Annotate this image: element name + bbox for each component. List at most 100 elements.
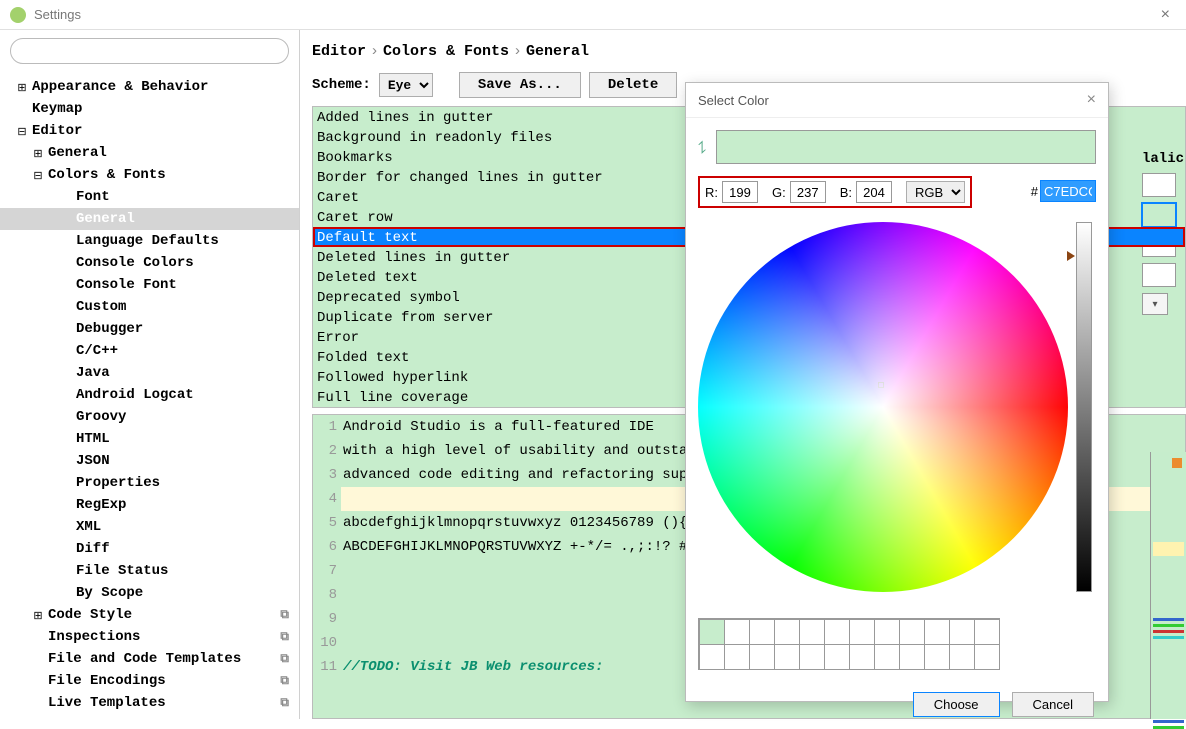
sidebar-item[interactable]: JSON [0, 450, 299, 472]
sidebar-item[interactable]: Inspections⧉ [0, 626, 299, 648]
palette-cell[interactable] [949, 619, 975, 645]
palette-cell[interactable] [974, 644, 1000, 670]
error-stripe-map[interactable] [1150, 452, 1186, 719]
palette-cell[interactable] [924, 644, 950, 670]
palette-cell[interactable] [799, 644, 825, 670]
sidebar-item[interactable]: General [0, 208, 299, 230]
foreground-swatch[interactable] [1142, 173, 1176, 197]
sidebar-item[interactable]: Live Templates ⧉ [0, 692, 299, 714]
sidebar-item-label: Diff [76, 541, 110, 557]
g-input[interactable] [790, 181, 826, 203]
brightness-pointer-icon[interactable] [1067, 251, 1075, 261]
cancel-button[interactable]: Cancel [1012, 692, 1094, 717]
palette-cell[interactable] [699, 619, 725, 645]
palette-cell[interactable] [699, 644, 725, 670]
palette-cell[interactable] [824, 644, 850, 670]
copy-icon[interactable]: ⧉ [280, 696, 289, 710]
sidebar-item-label: Properties [76, 475, 160, 491]
palette-cell[interactable] [874, 644, 900, 670]
color-wheel[interactable] [698, 222, 1068, 592]
choose-button[interactable]: Choose [913, 692, 1000, 717]
tree-expander-icon[interactable]: ⊞ [16, 81, 28, 94]
sidebar-item[interactable]: Keymap [0, 98, 299, 120]
tree-expander-icon[interactable]: ⊞ [32, 609, 44, 622]
sidebar-item[interactable]: ⊞Appearance & Behavior [0, 76, 299, 98]
sidebar-item-label: General [48, 145, 107, 161]
background-swatch[interactable] [1142, 203, 1176, 227]
sidebar-item[interactable]: Font [0, 186, 299, 208]
palette-cell[interactable] [924, 619, 950, 645]
sidebar-item[interactable]: Console Colors [0, 252, 299, 274]
sidebar-item-label: Code Style [48, 607, 132, 623]
sidebar-item[interactable]: File and Code Templates⧉ [0, 648, 299, 670]
sidebar-item[interactable]: RegExp [0, 494, 299, 516]
gutter-line-number: 2 [313, 439, 337, 463]
hex-input[interactable] [1040, 180, 1096, 202]
sidebar-item-label: Groovy [76, 409, 126, 425]
palette-cell[interactable] [824, 619, 850, 645]
copy-icon[interactable]: ⧉ [280, 652, 289, 666]
scheme-label: Scheme: [312, 77, 371, 93]
sidebar-item[interactable]: ⊟Editor [0, 120, 299, 142]
palette-cell[interactable] [899, 644, 925, 670]
copy-icon[interactable]: ⧉ [280, 674, 289, 688]
sidebar-item-label: C/C++ [76, 343, 118, 359]
sidebar-item[interactable]: Debugger [0, 318, 299, 340]
r-input[interactable] [722, 181, 758, 203]
eyedropper-icon[interactable]: ⥍ [698, 137, 706, 158]
palette-cell[interactable] [799, 619, 825, 645]
save-as-button[interactable]: Save As... [459, 72, 581, 98]
color-wheel-marker[interactable] [878, 382, 884, 388]
sidebar-item[interactable]: File Status [0, 560, 299, 582]
palette-cell[interactable] [774, 644, 800, 670]
palette-cell[interactable] [849, 644, 875, 670]
tree-expander-icon[interactable]: ⊟ [16, 125, 28, 138]
copy-icon[interactable]: ⧉ [280, 608, 289, 622]
sidebar-item[interactable]: HTML [0, 428, 299, 450]
sidebar-item-label: Live Templates [48, 695, 166, 711]
sidebar-item[interactable]: XML [0, 516, 299, 538]
settings-sidebar: 🔍 ⊞Appearance & BehaviorKeymap⊟Editor⊞Ge… [0, 30, 300, 719]
sidebar-item[interactable]: Custom [0, 296, 299, 318]
palette-cell[interactable] [724, 619, 750, 645]
sidebar-item[interactable]: Diff [0, 538, 299, 560]
color-mode-select[interactable]: RGB [906, 181, 965, 203]
b-input[interactable] [856, 181, 892, 203]
palette-cell[interactable] [899, 619, 925, 645]
sidebar-item[interactable]: By Scope [0, 582, 299, 604]
palette-cell[interactable] [724, 644, 750, 670]
copy-icon[interactable]: ⧉ [280, 630, 289, 644]
recent-colors-palette [698, 618, 1000, 670]
dialog-close-button[interactable]: × [1087, 91, 1096, 109]
palette-cell[interactable] [774, 619, 800, 645]
palette-cell[interactable] [849, 619, 875, 645]
sidebar-item[interactable]: File Encodings⧉ [0, 670, 299, 692]
sidebar-item[interactable]: Groovy [0, 406, 299, 428]
search-input[interactable] [10, 38, 289, 64]
palette-cell[interactable] [874, 619, 900, 645]
palette-cell[interactable] [949, 644, 975, 670]
sidebar-item[interactable]: ⊞ Code Style ⧉ [0, 604, 299, 626]
delete-button[interactable]: Delete [589, 72, 677, 98]
tree-expander-icon[interactable]: ⊞ [32, 147, 44, 160]
sidebar-item[interactable]: Language Defaults [0, 230, 299, 252]
sidebar-item[interactable]: C/C++ [0, 340, 299, 362]
scheme-select[interactable]: Eye [379, 73, 433, 97]
gutter-line-number: 8 [313, 583, 337, 607]
palette-cell[interactable] [749, 644, 775, 670]
sidebar-item[interactable]: Android Logcat [0, 384, 299, 406]
sidebar-item[interactable]: Java [0, 362, 299, 384]
tree-expander-icon[interactable]: ⊟ [32, 169, 44, 182]
palette-cell[interactable] [974, 619, 1000, 645]
effect-type-dropdown[interactable]: ▾ [1142, 293, 1168, 315]
effect-swatch[interactable] [1142, 263, 1176, 287]
settings-tree[interactable]: ⊞Appearance & BehaviorKeymap⊟Editor ⊞ Gene… [0, 72, 299, 719]
sidebar-item[interactable]: Properties [0, 472, 299, 494]
sidebar-item[interactable]: ⊞ General [0, 142, 299, 164]
sidebar-item-label: Java [76, 365, 110, 381]
palette-cell[interactable] [749, 619, 775, 645]
sidebar-item[interactable]: Console Font [0, 274, 299, 296]
brightness-slider[interactable] [1076, 222, 1092, 592]
sidebar-item[interactable]: ⊟Colors & Fonts [0, 164, 299, 186]
window-close-button[interactable]: × [1155, 6, 1176, 24]
